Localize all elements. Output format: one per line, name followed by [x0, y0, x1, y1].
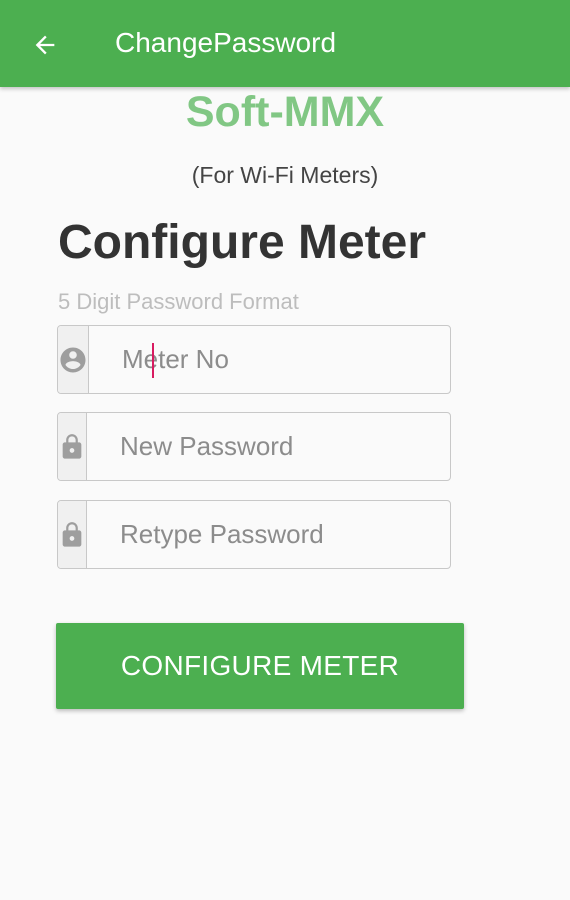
retype-password-input[interactable] [87, 501, 450, 568]
lock-icon [58, 413, 87, 480]
arrow-left-icon [35, 35, 55, 55]
page-heading: Configure Meter [58, 216, 427, 269]
lock-icon [58, 501, 87, 568]
new-password-field [57, 412, 451, 481]
brand-subtitle: (For Wi-Fi Meters) [191, 162, 379, 188]
app-bar: ChangePassword [0, 0, 570, 87]
text-cursor [152, 343, 154, 378]
meter-no-input[interactable] [89, 326, 450, 393]
app-bar-title: ChangePassword [115, 27, 337, 58]
configure-meter-button[interactable]: CONFIGURE METER [56, 623, 464, 709]
password-format-hint: 5 Digit Password Format [58, 289, 299, 314]
meter-no-field [57, 325, 451, 394]
brand-title: Soft-MMX [185, 88, 385, 136]
back-button[interactable] [26, 26, 64, 64]
retype-password-field [57, 500, 451, 569]
new-password-input[interactable] [87, 413, 450, 480]
account-circle-icon [58, 326, 89, 393]
